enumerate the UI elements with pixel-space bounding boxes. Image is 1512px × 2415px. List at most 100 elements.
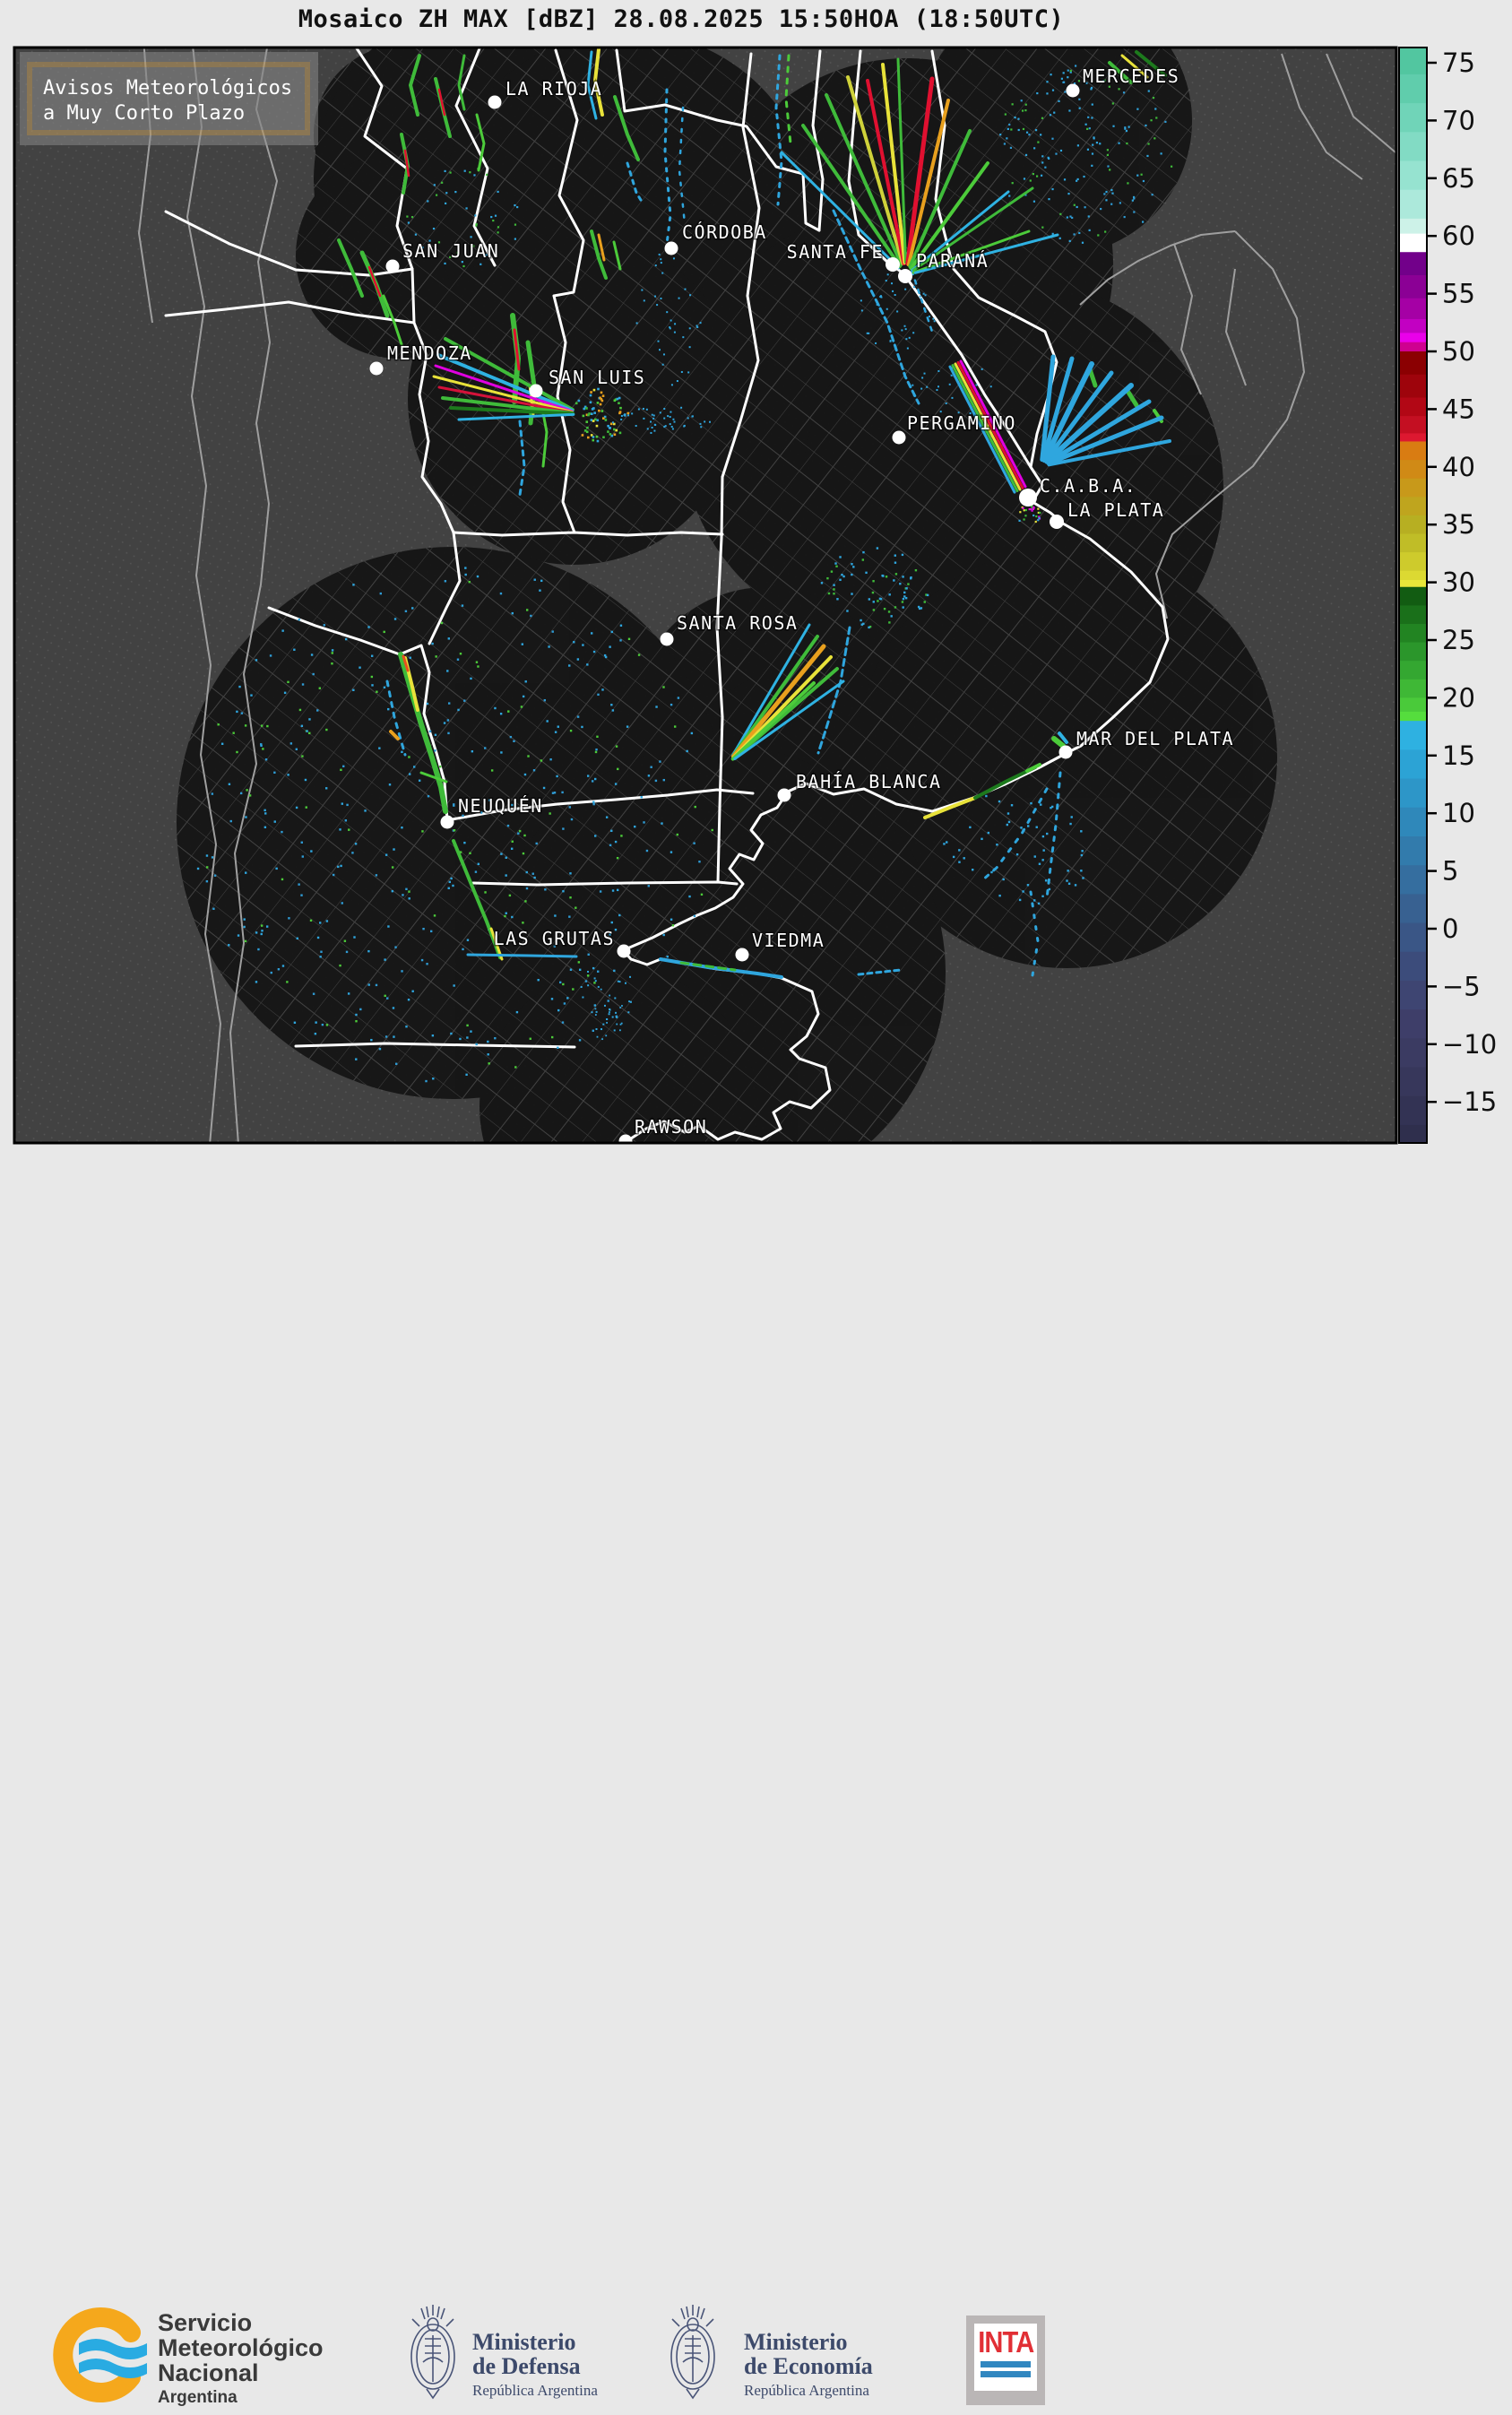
colorbar-segment: [1399, 894, 1427, 924]
inta-bar-icon: [981, 2371, 1031, 2377]
city-label: LAS GRUTAS: [494, 928, 615, 949]
colorbar-segment: [1399, 351, 1427, 376]
city-dot: [898, 269, 912, 283]
smn-wave-icon: [79, 2339, 147, 2359]
colorbar-tick-label: 35: [1442, 509, 1475, 540]
city-dot: [1066, 83, 1080, 98]
city-label: SAN JUAN: [402, 240, 499, 262]
colorbar-segment: [1399, 318, 1427, 333]
city-label: MAR DEL PLATA: [1076, 728, 1234, 749]
colorbar-segment: [1399, 778, 1427, 809]
city-dot: [488, 95, 502, 109]
city-label: LA PLATA: [1067, 499, 1164, 521]
smn-line: Servicio: [158, 2309, 253, 2336]
colorbar-segment: [1399, 951, 1427, 982]
colorbar-segment: [1399, 515, 1427, 535]
city-dot: [735, 948, 749, 962]
colorbar-tick-label: 20: [1442, 682, 1475, 713]
inta-logo: INTA: [966, 2315, 1045, 2405]
ministry-line: de Economía: [744, 2353, 873, 2379]
colorbar-tick-label: −15: [1442, 1086, 1497, 1117]
city-dot: [664, 241, 678, 255]
colorbar-segment: [1399, 342, 1427, 352]
colorbar-segment: [1399, 252, 1427, 276]
inta-bar-icon: [981, 2361, 1031, 2367]
colorbar-tick-label: 25: [1442, 625, 1475, 655]
colorbar-segment: [1399, 48, 1427, 75]
city-label: MENDOZA: [387, 342, 472, 364]
colorbar-segment: [1399, 433, 1427, 442]
colorbar-tick-label: 75: [1442, 48, 1475, 78]
city-label: PARANÁ: [916, 250, 989, 272]
colorbar-segment: [1399, 580, 1427, 588]
economia-crest-icon: [665, 2299, 721, 2415]
colorbar-segment: [1399, 160, 1427, 191]
colorbar-tick-label: 10: [1442, 798, 1475, 828]
colorbar-tick-label: 70: [1442, 105, 1475, 135]
city-dot: [529, 384, 543, 398]
economia-wordmark: Ministerio de Economía República Argenti…: [744, 2330, 873, 2400]
city-label: C.A.B.A.: [1040, 475, 1136, 497]
city-dot: [369, 361, 384, 376]
ministry-sub: República Argentina: [744, 2382, 869, 2399]
radar-map: Avisos Meteorológicosa Muy Corto Plazo LA…: [13, 46, 1497, 1145]
colorbar-segment: [1399, 478, 1427, 498]
city-label: SANTA ROSA: [677, 612, 798, 634]
colorbar: 757065605550454035302520151050−5−10−15: [1398, 47, 1497, 1144]
colorbar-tick-label: 60: [1442, 221, 1475, 251]
defensa-crest-icon: [405, 2299, 461, 2415]
smn-wordmark: Servicio Meteorológico Nacional Argentin…: [158, 2310, 324, 2408]
colorbar-segment: [1399, 711, 1427, 722]
colorbar-segment: [1399, 721, 1427, 750]
colorbar-segment: [1399, 570, 1427, 581]
colorbar-segment: [1399, 980, 1427, 1010]
city-dot: [617, 944, 631, 958]
ministry-sub: República Argentina: [472, 2382, 598, 2399]
city-label: NEUQUÉN: [458, 795, 543, 817]
city-label: PERGAMINO: [907, 412, 1016, 434]
colorbar-segment: [1399, 333, 1427, 343]
colorbar-tick-label: 50: [1442, 336, 1475, 367]
colorbar-segment: [1399, 1095, 1427, 1126]
colorbar-segment: [1399, 1067, 1427, 1097]
colorbar-segment: [1399, 132, 1427, 161]
city-dot: [777, 788, 791, 802]
colorbar-tick-label: 40: [1442, 452, 1475, 482]
footer: Servicio Meteorológico Nacional Argentin…: [0, 1145, 1512, 2407]
colorbar-segment: [1399, 1038, 1427, 1069]
colorbar-segment: [1399, 642, 1427, 662]
city-label: MERCEDES: [1083, 65, 1179, 87]
colorbar-tick-label: 65: [1442, 163, 1475, 194]
city-dot: [440, 815, 454, 829]
city-label: LA RIOJA: [505, 78, 602, 100]
city-label: BAHÍA BLANCA: [796, 771, 942, 792]
ministry-line: de Defensa: [472, 2353, 581, 2379]
colorbar-tick-label: 5: [1442, 856, 1458, 887]
colorbar-segment: [1399, 865, 1427, 895]
city-label: RAWSON: [635, 1116, 707, 1138]
inta-word: INTA: [977, 2325, 1034, 2359]
colorbar-tick-label: 0: [1442, 913, 1458, 944]
warnings-overlay-line2: a Muy Corto Plazo: [43, 102, 245, 125]
colorbar-segment: [1399, 679, 1427, 698]
colorbar-segment: [1399, 586, 1427, 606]
colorbar-segment: [1399, 274, 1427, 299]
map-canvas: Avisos Meteorológicosa Muy Corto Plazo LA…: [14, 48, 1396, 1143]
colorbar-segment: [1399, 605, 1427, 625]
city-dot: [892, 430, 906, 445]
colorbar-segment: [1399, 1009, 1427, 1039]
warnings-overlay-box: Avisos Meteorológicosa Muy Corto Plazo: [20, 52, 318, 145]
colorbar-segment: [1399, 218, 1427, 235]
colorbar-tick-label: 30: [1442, 567, 1475, 598]
colorbar-segment: [1399, 807, 1427, 837]
colorbar-segment: [1399, 697, 1427, 713]
city-dot: [886, 257, 900, 272]
smn-wave-icon: [79, 2359, 147, 2378]
ministry-line: Ministerio: [744, 2329, 848, 2355]
city-label: VIEDMA: [752, 930, 825, 951]
city-label: SANTA FE: [787, 241, 884, 263]
colorbar-segment: [1399, 374, 1427, 399]
colorbar-segment: [1399, 74, 1427, 104]
colorbar-segment: [1399, 233, 1427, 253]
city-dot: [1050, 515, 1064, 529]
